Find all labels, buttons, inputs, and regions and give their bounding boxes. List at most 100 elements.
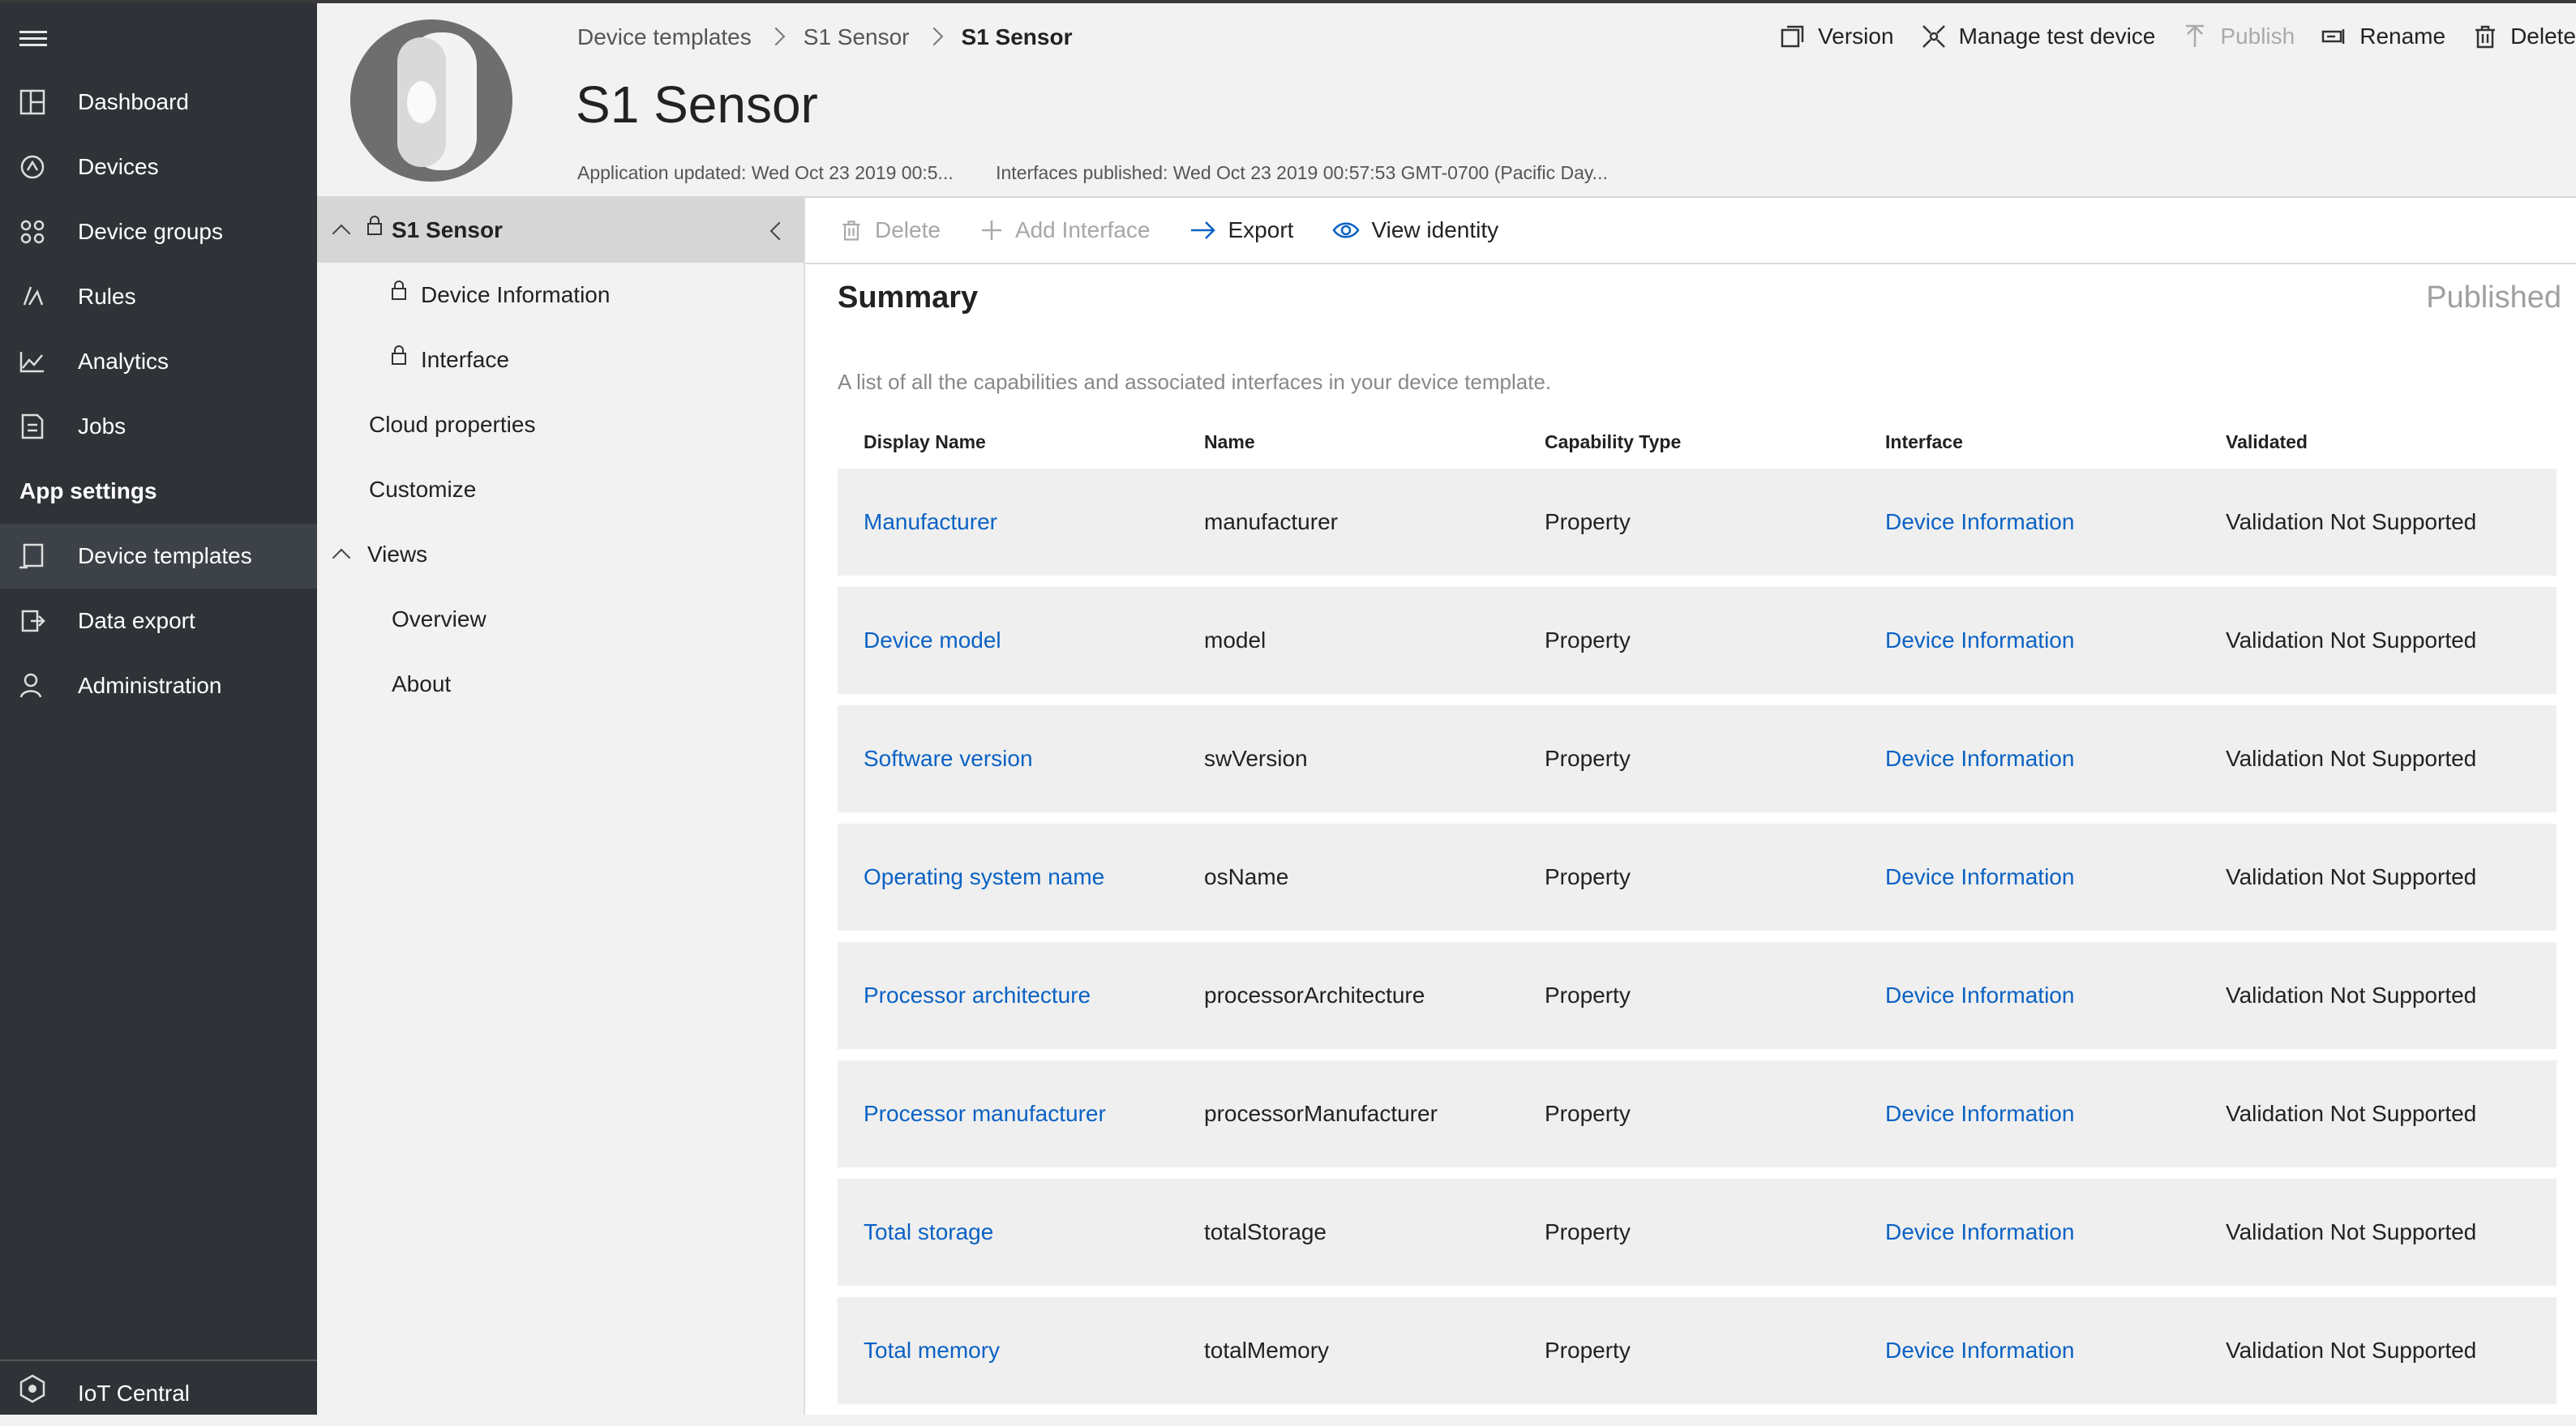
publish-icon [2186, 24, 2205, 47]
capability-display-name-link[interactable]: Device model [864, 587, 1001, 694]
capability-validated: Validation Not Supported [2226, 1338, 2477, 1363]
table-row: Processor architecture processorArchitec… [838, 942, 2557, 1049]
collapse-panel-chevron-icon[interactable] [769, 221, 789, 241]
nav-item-rules[interactable]: Rules [0, 264, 317, 329]
tree-item-label: Device Information [421, 282, 611, 307]
capability-interface-link[interactable]: Device Information [1885, 705, 2074, 812]
arrow-right-icon [1190, 221, 1215, 239]
page-title: S1 Sensor [576, 75, 818, 134]
trash-icon [2475, 25, 2496, 49]
capability-validated: Validation Not Supported [2226, 1219, 2477, 1244]
data-export-icon [21, 610, 45, 632]
capability-name: totalMemory [1204, 1338, 1330, 1363]
table-row: Total storage totalStorage Property Devi… [838, 1179, 2557, 1286]
nav-item-analytics[interactable]: Analytics [0, 329, 317, 394]
tree-item-about[interactable]: About [317, 652, 804, 717]
hamburger-menu-icon[interactable] [19, 26, 47, 50]
status-badge: Published [2426, 280, 2561, 315]
table-row: Total memory totalMemory Property Device… [838, 1297, 2557, 1404]
export-button[interactable]: Export [1189, 217, 1294, 243]
tree-item-device-information[interactable]: Device Information [317, 263, 804, 328]
device-templates-icon [19, 543, 44, 569]
delete-template-button[interactable]: Delete [2471, 23, 2576, 50]
capability-display-name-link[interactable]: Total memory [864, 1297, 1000, 1404]
nav-item-device-groups[interactable]: Device groups [0, 199, 317, 264]
column-header-interface[interactable]: Interface [1885, 431, 1963, 453]
capability-validated: Validation Not Supported [2226, 509, 2477, 534]
publish-button[interactable]: Publish [2181, 23, 2295, 50]
capability-display-name-link[interactable]: Processor manufacturer [864, 1060, 1106, 1167]
capability-interface-link[interactable]: Device Information [1885, 942, 2074, 1049]
view-identity-button[interactable]: View identity [1332, 217, 1498, 243]
nav-footer-iot-central[interactable]: IoT Central [0, 1360, 317, 1420]
capability-name: processorManufacturer [1204, 1101, 1438, 1126]
tree-item-interface[interactable]: Interface [317, 328, 804, 392]
nav-item-device-templates[interactable]: Device templates [0, 524, 317, 589]
version-button[interactable]: Version [1779, 23, 1894, 50]
nav-item-label: Jobs [78, 413, 126, 439]
capability-display-name-link[interactable]: Operating system name [864, 824, 1104, 931]
capability-name: totalStorage [1204, 1219, 1327, 1244]
export-label: Export [1228, 217, 1294, 242]
tree-item-s1-sensor[interactable]: S1 Sensor [317, 198, 804, 263]
column-header-validated[interactable]: Validated [2226, 431, 2308, 453]
capability-interface-link[interactable]: Device Information [1885, 469, 2074, 576]
lock-icon [392, 280, 406, 300]
tree-item-label: Cloud properties [369, 412, 536, 437]
breadcrumb-device-templates[interactable]: Device templates [577, 24, 752, 49]
rename-icon [2321, 29, 2345, 44]
template-tree-panel: S1 Sensor Device Information Interface C… [317, 198, 805, 1415]
device-groups-icon [20, 220, 45, 244]
rename-label: Rename [2360, 24, 2446, 49]
capability-display-name-link[interactable]: Manufacturer [864, 469, 997, 576]
tree-item-views[interactable]: Views [317, 522, 804, 587]
jobs-icon [21, 413, 44, 439]
delete-interface-button[interactable]: Delete [839, 217, 941, 243]
capability-interface-link[interactable]: Device Information [1885, 1179, 2074, 1286]
table-header: Display Name Name Capability Type Interf… [838, 423, 2557, 464]
nav-item-jobs[interactable]: Jobs [0, 394, 317, 459]
nav-item-dashboard[interactable]: Dashboard [0, 70, 317, 135]
capability-interface-link[interactable]: Device Information [1885, 587, 2074, 694]
column-header-name[interactable]: Name [1204, 431, 1255, 453]
administration-icon [19, 673, 42, 698]
tree-item-cloud-properties[interactable]: Cloud properties [317, 392, 804, 457]
nav-item-devices[interactable]: Devices [0, 135, 317, 199]
column-header-capability-type[interactable]: Capability Type [1545, 431, 1681, 453]
manage-test-device-button[interactable]: Manage test device [1920, 23, 2155, 50]
tree-item-overview[interactable]: Overview [317, 587, 804, 652]
chevron-up-icon[interactable] [332, 224, 351, 243]
lock-icon [392, 345, 406, 365]
left-navigation: Dashboard Devices Device groups Rules An… [0, 3, 317, 1415]
interface-command-bar: Delete Add Interface Export View identit… [805, 198, 2576, 264]
capability-interface-link[interactable]: Device Information [1885, 1297, 2074, 1404]
devices-icon [20, 155, 45, 179]
tree-item-label: Overview [392, 606, 486, 632]
nav-section-app-settings: App settings [19, 478, 157, 503]
nav-item-data-export[interactable]: Data export [0, 589, 317, 653]
version-label: Version [1818, 24, 1894, 49]
capability-name: swVersion [1204, 746, 1308, 771]
capability-name: model [1204, 627, 1267, 653]
capability-type: Property [1545, 627, 1631, 653]
capability-display-name-link[interactable]: Software version [864, 705, 1033, 812]
chevron-up-icon[interactable] [332, 548, 351, 567]
capability-display-name-link[interactable]: Total storage [864, 1179, 993, 1286]
analytics-icon [19, 352, 44, 373]
add-interface-button[interactable]: Add Interface [979, 217, 1151, 243]
capability-validated: Validation Not Supported [2226, 983, 2477, 1008]
capability-display-name-link[interactable]: Processor architecture [864, 942, 1091, 1049]
device-template-image [350, 19, 512, 182]
nav-item-administration[interactable]: Administration [0, 653, 317, 718]
rename-button[interactable]: Rename [2321, 23, 2445, 50]
capability-interface-link[interactable]: Device Information [1885, 1060, 2074, 1167]
breadcrumb-s1-sensor[interactable]: S1 Sensor [804, 24, 910, 49]
header-toolbar: Version Manage test device Publish Renam… [1753, 19, 2576, 54]
column-header-display-name[interactable]: Display Name [864, 431, 986, 453]
eye-icon [1332, 222, 1360, 238]
view-identity-label: View identity [1371, 217, 1499, 242]
tree-item-customize[interactable]: Customize [317, 457, 804, 522]
plus-icon [981, 221, 1001, 240]
breadcrumb-current: S1 Sensor [961, 24, 1073, 49]
capability-interface-link[interactable]: Device Information [1885, 824, 2074, 931]
